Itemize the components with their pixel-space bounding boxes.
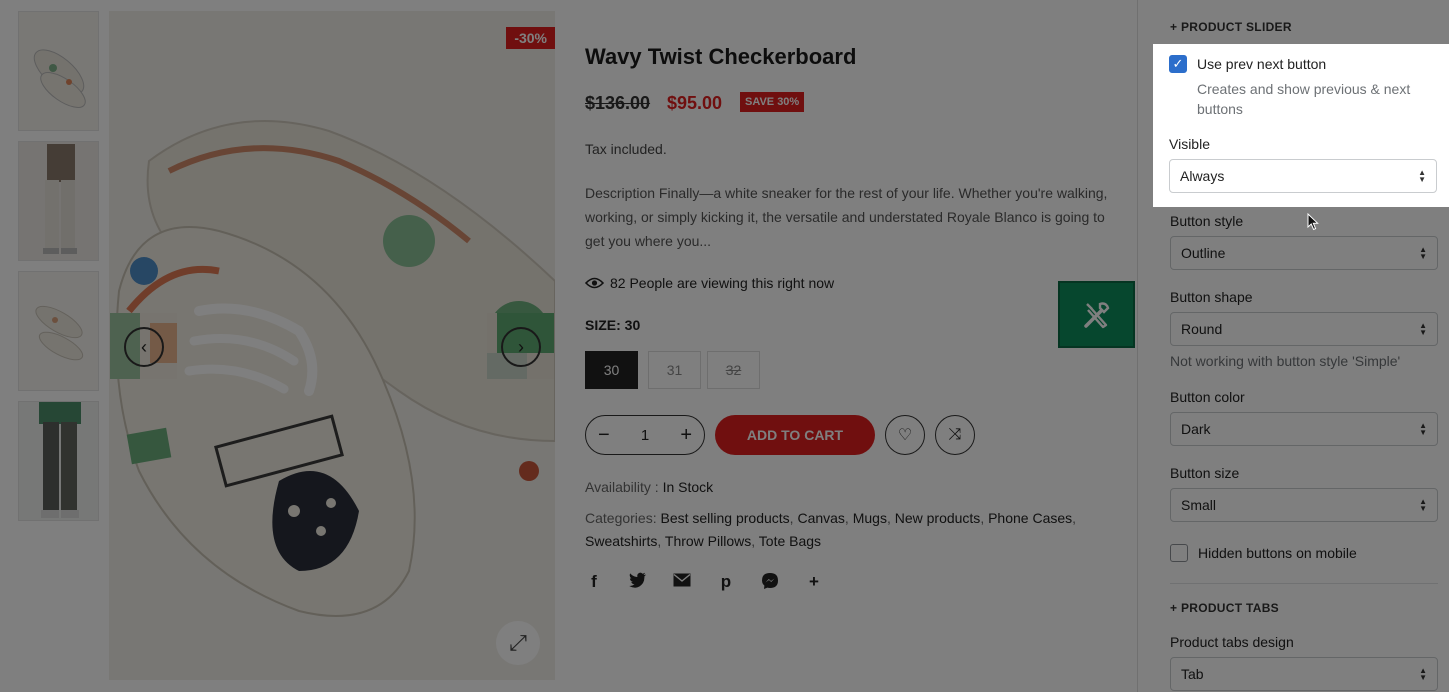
category-link[interactable]: Tote Bags [759,533,821,549]
add-to-cart-button[interactable]: ADD TO CART [715,415,875,455]
button-shape-select[interactable]: Round ▲ ▼ [1170,312,1438,346]
tools-icon [1083,301,1109,328]
category-link[interactable]: New products [895,510,981,526]
button-style-label: Button style [1170,213,1244,229]
divider [1170,583,1438,584]
size-label: SIZE: 30 [585,317,641,333]
tabs-design-label: Product tabs design [1170,634,1294,650]
select-arrows-icon: ▲ ▼ [1419,421,1427,437]
next-slide-button[interactable]: › [487,313,554,379]
product-page: -30% ‹ › ⤢ Wavy Twist Checkerboard $136.… [0,0,1137,692]
main-product-image: -30% ‹ › ⤢ [109,11,555,680]
expand-icon: ⤢ [509,630,527,655]
checkmark-icon: ✓ [1172,56,1184,71]
viewing-count: 82 People are viewing this right now [585,275,834,291]
size-option[interactable]: 30 [585,351,638,389]
button-color-label: Button color [1170,389,1245,405]
highlighted-setting-group: ✓ Use prev next button Creates and show … [1153,44,1449,207]
quantity-input[interactable]: 1 [641,428,649,443]
category-link[interactable]: Phone Cases [988,510,1072,526]
hidden-mobile-checkbox[interactable] [1170,544,1188,562]
discount-badge: -30% [506,27,555,49]
select-arrows-icon: ▲ ▼ [1419,321,1427,337]
button-size-select[interactable]: Small ▲ ▼ [1170,488,1438,522]
section-product-slider[interactable]: + PRODUCT SLIDER [1170,20,1292,34]
select-arrows-icon: ▲ ▼ [1419,666,1427,682]
plus-icon[interactable]: + [805,572,823,595]
visible-select[interactable]: Always ▲ ▼ [1169,159,1437,193]
select-arrows-icon: ▲ ▼ [1419,245,1427,261]
categories-label: Categories: [585,510,657,526]
button-shape-value: Round [1181,321,1223,337]
button-style-value: Outline [1181,245,1226,261]
facebook-icon[interactable]: f [585,572,603,595]
theme-tools-button[interactable] [1058,281,1135,348]
pinterest-icon[interactable]: p [717,572,735,595]
thumbnail-3[interactable] [18,271,99,391]
button-color-select[interactable]: Dark ▲ ▼ [1170,412,1438,446]
visible-label: Visible [1169,136,1210,152]
eye-icon [585,277,604,289]
button-shape-hint: Not working with button style 'Simple' [1170,353,1401,369]
mouse-cursor-icon [1307,213,1319,231]
sale-price: $95.00 [667,93,723,113]
thumbnail-4[interactable] [18,401,99,521]
thumbnail-1[interactable] [18,11,99,131]
hidden-mobile-label: Hidden buttons on mobile [1198,545,1357,561]
tabs-design-value: Tab [1181,666,1204,682]
old-price: $136.00 [585,93,651,113]
wishlist-button[interactable]: ♡ [885,415,925,455]
category-link[interactable]: Canvas [797,510,844,526]
thumbnail-2[interactable] [18,141,99,261]
category-link[interactable]: Mugs [853,510,887,526]
use-prev-next-hint: Creates and show previous & next buttons [1197,81,1411,117]
availability: Availability : In Stock [585,479,713,495]
twitter-icon[interactable] [629,572,647,595]
button-color-value: Dark [1181,421,1211,437]
arrow-right-icon: › [501,327,541,367]
visible-value: Always [1180,168,1225,184]
category-link[interactable]: Sweatshirts [585,533,657,549]
shuffle-icon: ⤨ [948,426,962,443]
use-prev-next-label: Use prev next button [1197,56,1327,72]
select-arrows-icon: ▲ ▼ [1419,497,1427,513]
select-arrows-icon: ▲ ▼ [1418,168,1426,184]
button-style-select[interactable]: Outline ▲ ▼ [1170,236,1438,270]
prev-slide-button[interactable]: ‹ [110,313,177,379]
tabs-design-select[interactable]: Tab ▲ ▼ [1170,657,1438,691]
qty-plus-button[interactable]: + [680,425,692,445]
heart-icon: ♡ [897,427,913,444]
arrow-left-icon: ‹ [124,327,164,367]
viewing-text: 82 People are viewing this right now [610,275,835,291]
button-size-label: Button size [1170,465,1240,481]
tax-note: Tax included. [585,141,667,157]
save-badge: SAVE 30% [740,92,805,112]
button-shape-label: Button shape [1170,289,1253,305]
email-icon[interactable] [673,572,691,595]
size-option[interactable]: 32 [707,351,760,389]
categories: Categories: Best selling products, Canva… [585,510,1077,549]
category-link[interactable]: Best selling products [660,510,789,526]
size-option[interactable]: 31 [648,351,701,389]
share-bar: f p + [585,572,823,595]
quantity-stepper: − 1 + [585,415,705,455]
zoom-button[interactable]: ⤢ [496,621,540,665]
availability-label: Availability : [585,479,659,495]
use-prev-next-checkbox[interactable]: ✓ [1169,55,1187,73]
messenger-icon[interactable] [761,572,779,595]
qty-minus-button[interactable]: − [598,425,610,445]
category-link[interactable]: Throw Pillows [665,533,751,549]
button-size-value: Small [1181,497,1217,513]
product-description: Description Finally—a white sneaker for … [585,185,1108,249]
compare-button[interactable]: ⤨ [935,415,975,455]
availability-value: In Stock [662,479,714,495]
product-title: Wavy Twist Checkerboard [585,44,857,69]
section-product-tabs[interactable]: + PRODUCT TABS [1170,601,1279,615]
